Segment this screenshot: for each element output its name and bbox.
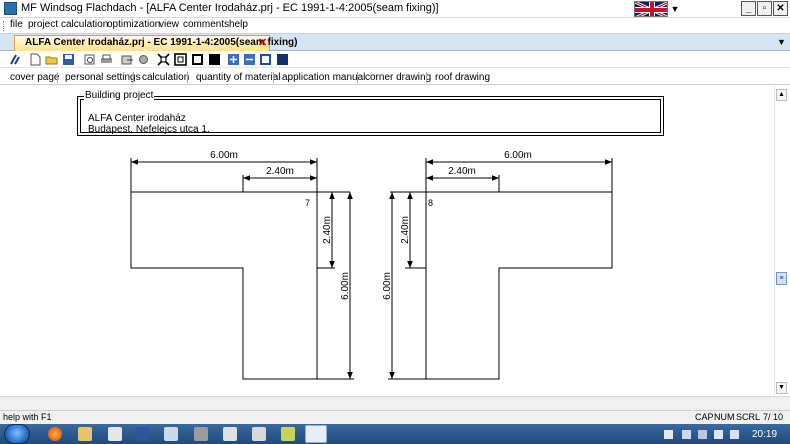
- settings-icon[interactable]: [137, 53, 150, 66]
- clock[interactable]: 20:19: [752, 429, 777, 440]
- section-corner-drawing[interactable]: corner drawing: [365, 72, 431, 83]
- left-roof-outline: [130, 191, 318, 380]
- tray-icon[interactable]: [664, 430, 673, 439]
- active-app-icon[interactable]: [305, 425, 327, 443]
- document-tab-close-button[interactable]: ✕: [258, 36, 267, 49]
- scroll-down-arrow-icon[interactable]: ▼: [776, 382, 787, 394]
- right-roof-outline: [425, 191, 613, 380]
- section-separator: [133, 72, 134, 83]
- start-button[interactable]: [4, 424, 30, 444]
- report-page: Building project ALFA Center irodaház Bu…: [0, 86, 774, 396]
- scroll-up-arrow-icon[interactable]: ▲: [776, 89, 787, 101]
- zoom-window-icon[interactable]: [259, 53, 272, 66]
- status-num: NUM: [714, 412, 735, 422]
- status-scrl: SCRL: [736, 412, 761, 422]
- left-dim-vert-short-label: 2.40m: [322, 216, 333, 244]
- zoom-actual-icon[interactable]: [191, 53, 204, 66]
- open-folder-icon[interactable]: [45, 53, 58, 66]
- app-icon-generic[interactable]: [223, 427, 237, 441]
- menu-comments[interactable]: comments: [183, 19, 229, 30]
- zoom-page-icon[interactable]: [174, 53, 187, 66]
- full-view-icon[interactable]: [208, 53, 221, 66]
- section-roof-drawing[interactable]: roof drawing: [435, 72, 490, 83]
- window-app-icon[interactable]: [164, 427, 178, 441]
- section-separator: [426, 72, 427, 83]
- app-icon-generic[interactable]: [252, 427, 266, 441]
- minimize-button[interactable]: _: [741, 1, 756, 16]
- scroll-thumb[interactable]: ≡: [776, 272, 787, 285]
- left-corner-id: 7: [305, 198, 310, 208]
- horizontal-scroll-area: [0, 396, 790, 410]
- firefox-icon[interactable]: [48, 427, 62, 441]
- language-dropdown-arrow-icon[interactable]: ▼: [669, 1, 681, 17]
- window-title: MF Windsog Flachdach - [ALFA Center Irod…: [21, 2, 439, 14]
- save-icon[interactable]: [62, 53, 75, 66]
- restore-button[interactable]: ▫: [757, 1, 772, 16]
- zoom-out-icon[interactable]: [243, 53, 256, 66]
- section-calculation[interactable]: calculation: [142, 72, 189, 83]
- right-dim-vert-short-label: 2.40m: [400, 216, 411, 244]
- tray-icon[interactable]: [682, 430, 691, 439]
- menu-file[interactable]: file: [10, 19, 23, 30]
- corner-drawing: 6.00m 2.40m 7 2.40m 6.00m 6.00m 2.40m 8 …: [130, 150, 613, 380]
- file-explorer-icon[interactable]: [78, 427, 92, 441]
- tool-app-icon[interactable]: [194, 427, 208, 441]
- word-icon[interactable]: [136, 427, 150, 441]
- menu-project[interactable]: project: [28, 19, 58, 30]
- section-quantity-of-material[interactable]: quantity of material: [196, 72, 281, 83]
- menu-grip: [3, 21, 6, 31]
- section-separator: [57, 72, 58, 83]
- toolbar: [0, 51, 790, 68]
- left-dim-total-label: 6.00m: [210, 150, 238, 161]
- left-dim-inner-label: 2.40m: [266, 166, 294, 177]
- menu-view[interactable]: view: [159, 19, 179, 30]
- print-preview-icon[interactable]: [83, 53, 96, 66]
- section-separator: [273, 72, 274, 83]
- right-corner-id: 8: [428, 198, 433, 208]
- section-separator: [187, 72, 188, 83]
- menu-help[interactable]: help: [229, 19, 248, 30]
- language-flag-icon[interactable]: [634, 1, 668, 17]
- section-personal-settings[interactable]: personal settings: [65, 72, 141, 83]
- vertical-scrollbar[interactable]: [774, 86, 790, 396]
- status-cap: CAP: [695, 412, 714, 422]
- status-bar: [0, 410, 790, 424]
- right-dim-vert-long-label: 6.00m: [382, 272, 393, 300]
- zoom-in-icon[interactable]: [227, 53, 240, 66]
- document-tab-label: ALFA Center Irodaház.prj - EC 1991-1-4:2…: [25, 37, 298, 48]
- menu-optimization[interactable]: optimization: [107, 19, 160, 30]
- app-icon[interactable]: [4, 2, 17, 15]
- tray-icon[interactable]: [714, 430, 723, 439]
- section-cover-page[interactable]: cover page: [10, 72, 59, 83]
- wizard-icon[interactable]: [9, 53, 22, 66]
- zoom-all-icon[interactable]: [276, 53, 289, 66]
- status-page: 7/ 10: [763, 412, 784, 422]
- close-window-button[interactable]: ✕: [773, 1, 788, 16]
- document-app-icon[interactable]: [108, 427, 122, 441]
- right-dim-inner-label: 2.40m: [448, 166, 476, 177]
- new-file-icon[interactable]: [29, 53, 42, 66]
- status-help-text: help with F1: [3, 412, 52, 422]
- menu-calculation[interactable]: calculation: [61, 19, 108, 30]
- section-separator: [357, 72, 358, 83]
- network-icon[interactable]: [698, 430, 707, 439]
- section-application-manual[interactable]: application manual: [282, 72, 365, 83]
- volume-icon[interactable]: [730, 430, 739, 439]
- right-dim-total-label: 6.00m: [504, 150, 532, 161]
- export-icon[interactable]: [121, 53, 134, 66]
- left-dim-vert-long-label: 6.00m: [340, 272, 351, 300]
- menu-bar: file project calculation optimization vi…: [0, 18, 790, 33]
- zoom-fit-icon[interactable]: [157, 53, 170, 66]
- tab-list-dropdown-icon[interactable]: ▼: [777, 37, 786, 47]
- section-nav: cover page personal settings calculation…: [0, 69, 790, 85]
- pen-app-icon[interactable]: [281, 427, 295, 441]
- print-icon[interactable]: [100, 53, 113, 66]
